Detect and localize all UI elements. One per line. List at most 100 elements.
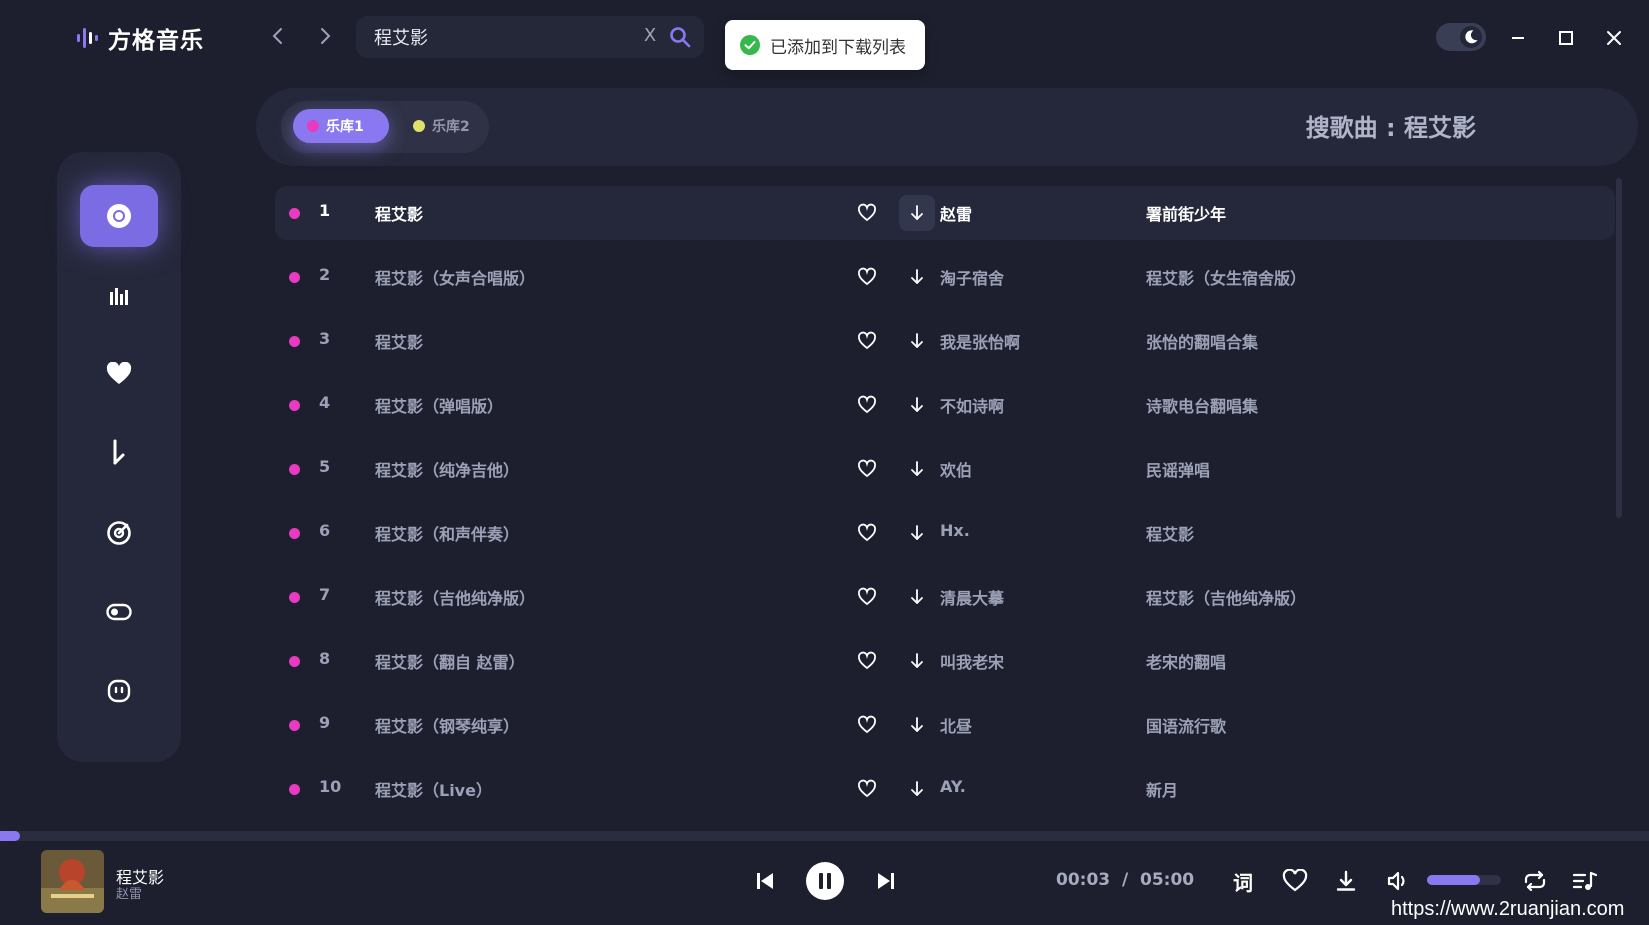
sidebar-item-discover[interactable] [80,185,158,247]
playlist-button[interactable] [1570,866,1600,896]
download-song-button[interactable] [899,259,935,295]
heart-outline-icon [857,459,877,478]
song-title[interactable]: 程艾影（Live） [375,777,492,801]
tab-library-1[interactable]: 乐库1 [293,109,389,143]
playback-progress[interactable] [0,831,1649,841]
sidebar-item-charts[interactable] [80,264,158,326]
search-icon[interactable] [668,25,692,49]
download-song-button[interactable] [899,387,935,423]
song-row[interactable]: 3 程艾影 我是张怡啊 张怡的翻唱合集 [275,314,1615,368]
download-song-button[interactable] [899,643,935,679]
heart-outline-icon [857,267,877,286]
song-album[interactable]: 程艾影 [1146,521,1194,545]
download-song-button[interactable] [899,323,935,359]
tab-library-2[interactable]: 乐库2 [399,109,485,143]
favorite-song-button[interactable] [857,715,877,735]
song-album[interactable]: 署前街少年 [1146,201,1226,225]
download-song-button[interactable] [899,515,935,551]
maximize-button[interactable] [1552,24,1580,52]
song-title[interactable]: 程艾影 [375,329,423,353]
song-title[interactable]: 程艾影（女声合唱版） [375,265,535,289]
download-song-button[interactable] [899,707,935,743]
song-row[interactable]: 1 程艾影 赵雷 署前街少年 [275,186,1615,240]
song-title[interactable]: 程艾影 [375,201,423,225]
sidebar-item-downloads[interactable] [80,422,158,484]
song-artist[interactable]: Hx. [940,521,970,540]
download-icon [1336,870,1356,891]
sidebar-item-about[interactable] [80,660,158,722]
song-row[interactable]: 9 程艾影（钢琴纯享） 北昼 国语流行歌 [275,698,1615,752]
theme-toggle[interactable] [1436,23,1486,51]
song-title[interactable]: 程艾影（翻自 赵雷） [375,649,525,673]
song-artist[interactable]: 清晨大摹 [940,585,1004,609]
download-song-button[interactable] [899,451,935,487]
row-bullet [289,208,300,219]
song-row[interactable]: 5 程艾影（纯净吉他） 欢伯 民谣弹唱 [275,442,1615,496]
download-toast: 已添加到下载列表 [725,20,925,70]
song-artist[interactable]: 北昼 [940,713,972,737]
song-number: 7 [319,585,331,604]
song-album[interactable]: 程艾影（女生宿舍版） [1146,265,1306,289]
favorite-song-button[interactable] [857,331,877,351]
song-artist[interactable]: 叫我老宋 [940,649,1004,673]
search-input[interactable] [374,26,634,48]
clear-search-button[interactable]: X [640,26,660,46]
song-row[interactable]: 8 程艾影（翻自 赵雷） 叫我老宋 老宋的翻唱 [275,634,1615,688]
close-button[interactable] [1600,24,1628,52]
song-artist[interactable]: 不如诗啊 [940,393,1004,417]
download-song-button[interactable] [899,771,935,807]
song-row[interactable]: 6 程艾影（和声伴奏） Hx. 程艾影 [275,506,1615,560]
song-album[interactable]: 国语流行歌 [1146,713,1226,737]
volume-slider[interactable] [1427,875,1501,885]
download-button[interactable] [1331,866,1361,896]
favorite-song-button[interactable] [857,459,877,479]
song-artist[interactable]: 我是张怡啊 [940,329,1020,353]
volume-button[interactable] [1383,866,1413,896]
favorite-button[interactable] [1280,866,1310,896]
heart-icon [106,362,132,384]
minimize-button[interactable] [1504,24,1532,52]
forward-button[interactable] [311,22,339,50]
row-bullet [289,656,300,667]
favorite-song-button[interactable] [857,587,877,607]
song-row[interactable]: 4 程艾影（弹唱版） 不如诗啊 诗歌电台翻唱集 [275,378,1615,432]
lyrics-button[interactable]: 词 [1228,866,1258,896]
song-album[interactable]: 民谣弹唱 [1146,457,1210,481]
favorite-song-button[interactable] [857,267,877,287]
song-row[interactable]: 2 程艾影（女声合唱版） 淘子宿舍 程艾影（女生宿舍版） [275,250,1615,304]
song-title[interactable]: 程艾影（吉他纯净版） [375,585,535,609]
chart-bars-icon [110,288,128,305]
song-title[interactable]: 程艾影（和声伴奏） [375,521,519,545]
song-album[interactable]: 张怡的翻唱合集 [1146,329,1258,353]
next-track-button[interactable] [871,866,901,896]
download-song-button[interactable] [899,579,935,615]
song-album[interactable]: 程艾影（吉他纯净版） [1146,585,1306,609]
song-row[interactable]: 7 程艾影（吉他纯净版） 清晨大摹 程艾影（吉他纯净版） [275,570,1615,624]
album-cover[interactable] [41,850,104,913]
favorite-song-button[interactable] [857,203,877,223]
sidebar-item-settings[interactable] [80,581,158,643]
download-song-button[interactable] [899,195,935,231]
favorite-song-button[interactable] [857,395,877,415]
song-artist[interactable]: 赵雷 [940,201,972,225]
song-row[interactable]: 10 程艾影（Live） AY. 新月 [275,762,1615,816]
song-artist[interactable]: 欢伯 [940,457,972,481]
favorite-song-button[interactable] [857,523,877,543]
song-album[interactable]: 新月 [1146,777,1178,801]
sidebar-item-favorites[interactable] [80,343,158,405]
song-artist[interactable]: 淘子宿舍 [940,265,1004,289]
favorite-song-button[interactable] [857,779,877,799]
repeat-button[interactable] [1520,866,1550,896]
back-button[interactable] [264,22,292,50]
previous-track-button[interactable] [750,866,780,896]
song-album[interactable]: 诗歌电台翻唱集 [1146,393,1258,417]
sidebar-item-radar[interactable] [80,502,158,564]
song-title[interactable]: 程艾影（钢琴纯享） [375,713,519,737]
pause-button[interactable] [806,862,844,900]
favorite-song-button[interactable] [857,651,877,671]
song-artist[interactable]: AY. [940,777,966,796]
song-title[interactable]: 程艾影（弹唱版） [375,393,503,417]
scrollbar[interactable] [1616,178,1622,518]
song-album[interactable]: 老宋的翻唱 [1146,649,1226,673]
song-title[interactable]: 程艾影（纯净吉他） [375,457,519,481]
